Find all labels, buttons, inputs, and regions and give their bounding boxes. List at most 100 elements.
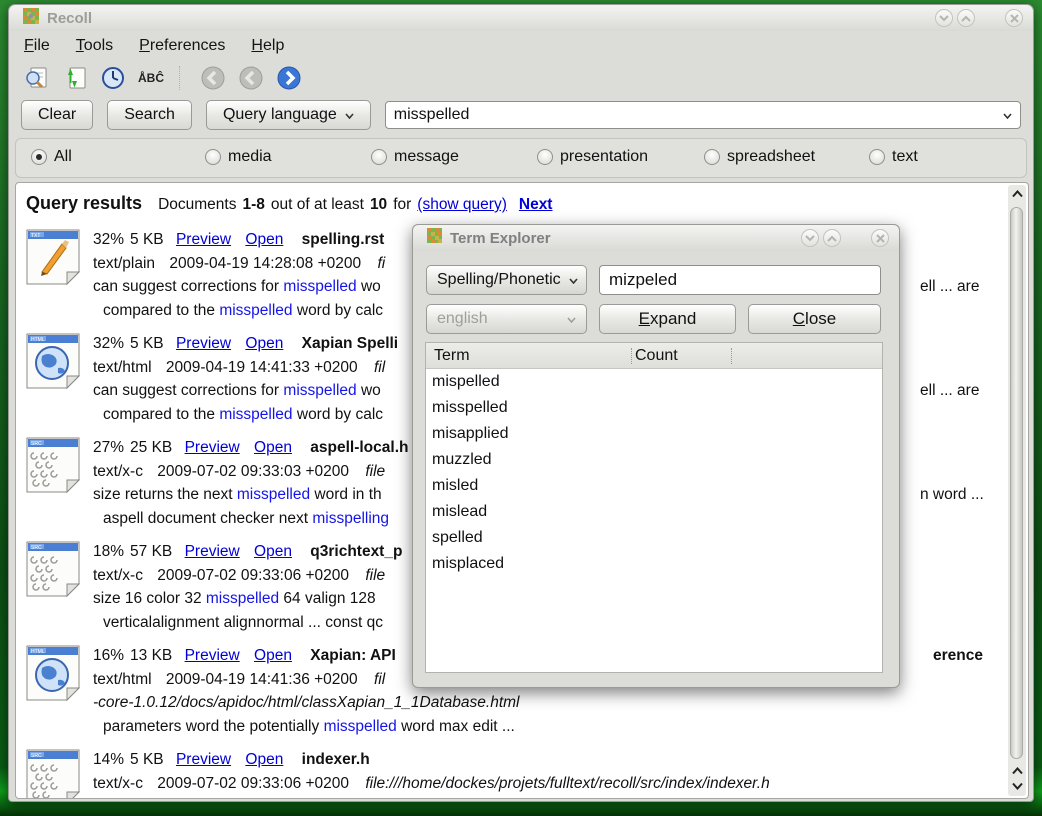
term-table-row[interactable]: misplaced [426,551,882,577]
html-doc-icon[interactable]: HTML [24,644,82,707]
open-link[interactable]: Open [254,543,292,560]
term-table-row[interactable]: muzzled [426,447,882,473]
term-input[interactable]: mizpeled [599,265,881,295]
close-button[interactable]: Close [748,304,881,334]
scroll-up-icon[interactable] [1008,187,1026,201]
nav-forward-icon[interactable] [275,64,303,92]
filter-radio-all[interactable]: All [31,148,72,166]
window-title: Recoll [47,10,92,27]
filter-radio-media[interactable]: media [205,148,272,166]
src-doc-icon[interactable]: SRC [24,748,82,799]
result-title: spelling.rst [302,231,385,248]
mime-type: text/plain [93,255,155,272]
count-column-header[interactable]: Count [633,347,678,365]
update-index-icon[interactable] [61,64,89,92]
results-range: 1-8 [242,196,264,214]
term-table-row[interactable]: spelled [426,525,882,551]
preview-link[interactable]: Preview [176,751,231,768]
filter-radio-text[interactable]: text [869,148,918,166]
relevance-percent: 32% [93,335,124,352]
svg-text:SRC: SRC [31,441,42,447]
results-header: Query results Documents 1-8 out of at le… [16,183,1028,214]
query-language-dropdown[interactable]: Query language [206,100,371,130]
nav-back-icon [237,64,265,92]
preview-link[interactable]: Preview [185,439,240,456]
menu-file[interactable]: File [24,37,50,55]
scroll-up-icon[interactable] [1008,764,1026,778]
html-doc-icon[interactable]: HTML [24,332,82,395]
preview-link[interactable]: Preview [176,231,231,248]
file-url: file [365,463,385,480]
results-scrollbar[interactable] [1008,185,1026,796]
term-explorer-dialog: Term Explorer Spelling/Phonetic mizpeled… [412,224,900,688]
toolbar-separator [179,66,185,90]
snippet-line: -core-1.0.12/docs/apidoc/html/classXapia… [93,691,1006,715]
minimize-icon[interactable] [935,9,953,27]
open-link[interactable]: Open [245,751,283,768]
minimize-icon[interactable] [801,229,819,247]
chevron-down-icon[interactable] [1003,106,1012,124]
file-date: 2009-07-02 09:33:03 +0200 [157,463,349,480]
radio-icon[interactable] [704,149,720,165]
filter-radio-spreadsheet[interactable]: spreadsheet [704,148,815,166]
highlighted-term: misspelled [324,718,397,735]
src-doc-icon[interactable]: SRC [24,436,82,499]
file-size: 5 KB [130,751,164,768]
search-document-icon[interactable] [23,64,51,92]
radio-icon[interactable] [869,149,885,165]
relevance-percent: 32% [93,231,124,248]
scroll-down-icon[interactable] [1008,779,1026,793]
open-link[interactable]: Open [254,439,292,456]
term-table-row[interactable]: misspelled [426,395,882,421]
term-table-row[interactable]: misled [426,473,882,499]
txt-doc-icon[interactable]: TXT [24,228,82,291]
close-icon[interactable] [1005,9,1023,27]
clipped-text-fragment: n word ... [920,483,984,507]
preview-link[interactable]: Preview [185,543,240,560]
filter-radio-message[interactable]: message [371,148,459,166]
term-table-row[interactable]: misapplied [426,421,882,447]
scrollbar-thumb[interactable] [1010,207,1023,759]
history-clock-icon[interactable] [99,64,127,92]
close-icon[interactable] [871,229,889,247]
radio-icon[interactable] [537,149,553,165]
recoll-app-icon [23,8,39,29]
radio-icon[interactable] [205,149,221,165]
dialog-titlebar[interactable]: Term Explorer [413,225,899,251]
expand-button[interactable]: Expand [599,304,736,334]
mime-type: text/x-c [93,463,143,480]
open-link[interactable]: Open [245,231,283,248]
file-size: 13 KB [130,647,172,664]
src-doc-icon[interactable]: SRC [24,540,82,603]
menu-tools[interactable]: Tools [76,37,113,55]
menu-preferences[interactable]: Preferences [139,37,225,55]
next-page-link[interactable]: Next [519,196,553,214]
radio-icon[interactable] [31,149,47,165]
open-link[interactable]: Open [254,647,292,664]
menu-help[interactable]: Help [251,37,284,55]
relevance-percent: 18% [93,543,124,560]
search-button[interactable]: Search [107,100,192,130]
radio-icon[interactable] [371,149,387,165]
term-table-row[interactable]: mislead [426,499,882,525]
term-cell: misled [432,477,478,494]
main-titlebar[interactable]: Recoll [9,5,1033,31]
spellcheck-icon[interactable]: ÅBĈ [137,64,165,92]
clear-button[interactable]: Clear [21,100,93,130]
preview-link[interactable]: Preview [185,647,240,664]
maximize-icon[interactable] [957,9,975,27]
file-size: 25 KB [130,439,172,456]
search-input[interactable]: misspelled [385,101,1021,129]
term-cell: misspelled [432,399,508,416]
file-date: 2009-07-02 09:33:06 +0200 [157,775,349,792]
maximize-icon[interactable] [823,229,841,247]
term-column-header[interactable]: Term [426,347,633,365]
expansion-mode-dropdown[interactable]: Spelling/Phonetic [426,265,587,295]
show-query-link[interactable]: (show query) [417,196,507,214]
filter-radio-presentation[interactable]: presentation [537,148,648,166]
open-link[interactable]: Open [245,335,283,352]
term-cell: mislead [432,503,487,520]
term-table-row[interactable]: mispelled [426,369,882,395]
term-cell: misplaced [432,555,504,572]
preview-link[interactable]: Preview [176,335,231,352]
